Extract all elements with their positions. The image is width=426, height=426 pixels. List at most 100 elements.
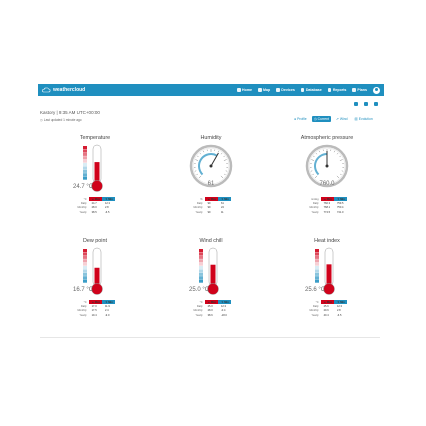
min-value: -6.5 <box>104 210 110 214</box>
scale-block <box>83 156 87 160</box>
footer-divider <box>40 337 380 338</box>
nav-label: Devices <box>281 88 295 92</box>
row-label: Yearly <box>79 313 87 317</box>
nav-plans[interactable]: Plans <box>352 88 367 92</box>
panel-title: Heat index <box>314 238 340 244</box>
scale-block <box>315 252 319 256</box>
scale-block <box>83 266 87 270</box>
reports-icon <box>327 88 332 92</box>
scale-block <box>83 169 87 173</box>
scale-block <box>199 269 203 273</box>
scale-block <box>315 259 319 263</box>
scale-block <box>315 262 319 266</box>
table-row: Yearly 774.5 741.0 <box>307 210 347 214</box>
gauge-hub <box>209 164 213 168</box>
panel-title: Humidity <box>200 135 222 141</box>
panel-reading: 760.0 <box>319 181 335 187</box>
tab-label: Evolution <box>358 117 373 121</box>
scale-block <box>199 255 203 259</box>
row-label: Yearly <box>311 313 319 317</box>
stats-table: °C ▲ Max ▼ Min Daily 24.7 12.3 Monthly 28.0 2.8 Y… <box>75 197 116 214</box>
scale-block <box>199 252 203 256</box>
scale-block <box>83 249 87 253</box>
wind-icon: ➚ <box>335 117 339 121</box>
scale-block <box>315 255 319 259</box>
scale-block <box>315 276 319 280</box>
nav-home[interactable]: Home <box>237 88 252 92</box>
row-label: Yearly <box>195 313 203 317</box>
scale-block <box>315 266 319 270</box>
current-icon: ◷ <box>313 117 317 121</box>
max-value: 99 <box>207 210 211 214</box>
panel-title: Temperature <box>79 135 111 141</box>
scale-block <box>199 279 203 283</box>
scale-block <box>83 166 87 170</box>
user-avatar[interactable] <box>373 86 380 94</box>
tab-wind[interactable]: ➚ Wind <box>334 116 350 122</box>
max-value: 38.5 <box>91 210 97 214</box>
table-row: Yearly 40.4 -6.5 <box>307 313 347 317</box>
main-nav: Home Map Devices Database Reports Plans <box>237 86 380 94</box>
row-label: Yearly <box>311 210 319 214</box>
scale-block <box>83 269 87 273</box>
stats-table: °C ▲ Max ▼ Min Daily 25.0 12.3 Monthly 28.0 -0.4… <box>191 300 232 317</box>
last-updated-text: Last updated 1 minute ago <box>43 118 82 122</box>
min-value: -9.0 <box>104 313 110 317</box>
scale-block <box>315 249 319 253</box>
table-row: Yearly 38.6 -18.0 <box>191 313 231 317</box>
scale-block <box>83 163 87 167</box>
nav-devices[interactable]: Devices <box>276 88 295 92</box>
scale-block <box>199 276 203 280</box>
logo[interactable]: weathercloud <box>42 87 85 93</box>
panel-reading: 25.6 °C <box>305 287 326 293</box>
scale-block <box>315 269 319 273</box>
thermometer-icon <box>199 247 219 295</box>
scale-block <box>83 259 87 263</box>
nav-reports[interactable]: Reports <box>327 88 346 92</box>
nav-label: Database <box>305 88 322 92</box>
share-icon[interactable] <box>374 102 378 106</box>
top-navbar: weathercloud Home Map Devices Database R… <box>38 84 384 96</box>
max-value: 774.5 <box>323 210 331 214</box>
panel-reading: 61 <box>207 181 215 187</box>
scale-block <box>83 276 87 280</box>
star-icon[interactable] <box>364 102 368 106</box>
tab-evolution[interactable]: ▥ Evolution <box>353 116 375 122</box>
nav-map[interactable]: Map <box>258 88 270 92</box>
chart-icon[interactable] <box>354 102 358 106</box>
scale-block <box>83 176 87 180</box>
panel-reading: 16.7 °C <box>73 287 94 293</box>
nav-label: Home <box>242 88 253 92</box>
nav-label: Plans <box>357 88 367 92</box>
station-actions <box>354 102 378 106</box>
scale-block <box>315 272 319 276</box>
scale-block <box>315 279 319 283</box>
nav-label: Map <box>263 88 271 92</box>
scale-block <box>83 173 87 177</box>
tab-label: Current <box>317 117 329 121</box>
thermo-bulb <box>207 283 219 295</box>
scale-block <box>83 159 87 163</box>
thermometer-icon <box>315 247 335 295</box>
table-row: Yearly 99 11 <box>191 210 231 214</box>
max-value: 19.4 <box>91 313 97 317</box>
profile-icon: ● <box>294 117 297 121</box>
table-row: Yearly 19.4 -9.0 <box>75 313 115 317</box>
thermo-bulb <box>91 283 103 295</box>
scale-block <box>199 266 203 270</box>
nav-database[interactable]: Database <box>300 88 322 92</box>
tab-profile[interactable]: ● Profile <box>292 116 309 122</box>
thermometer-icon <box>83 247 103 295</box>
panel-title: Dew point <box>83 238 107 244</box>
max-value: 38.6 <box>207 313 213 317</box>
tab-label: Profile <box>297 117 307 121</box>
scale-block <box>83 279 87 283</box>
scale-block <box>83 262 87 266</box>
scale-block <box>83 146 87 150</box>
devices-icon <box>276 88 280 92</box>
min-value: -6.5 <box>336 313 342 317</box>
panel-title: Atmospheric pressure <box>300 135 354 141</box>
tab-current[interactable]: ◷ Current <box>311 116 331 122</box>
panel-reading: 24.7 °C <box>73 184 94 190</box>
scale-block <box>199 262 203 266</box>
